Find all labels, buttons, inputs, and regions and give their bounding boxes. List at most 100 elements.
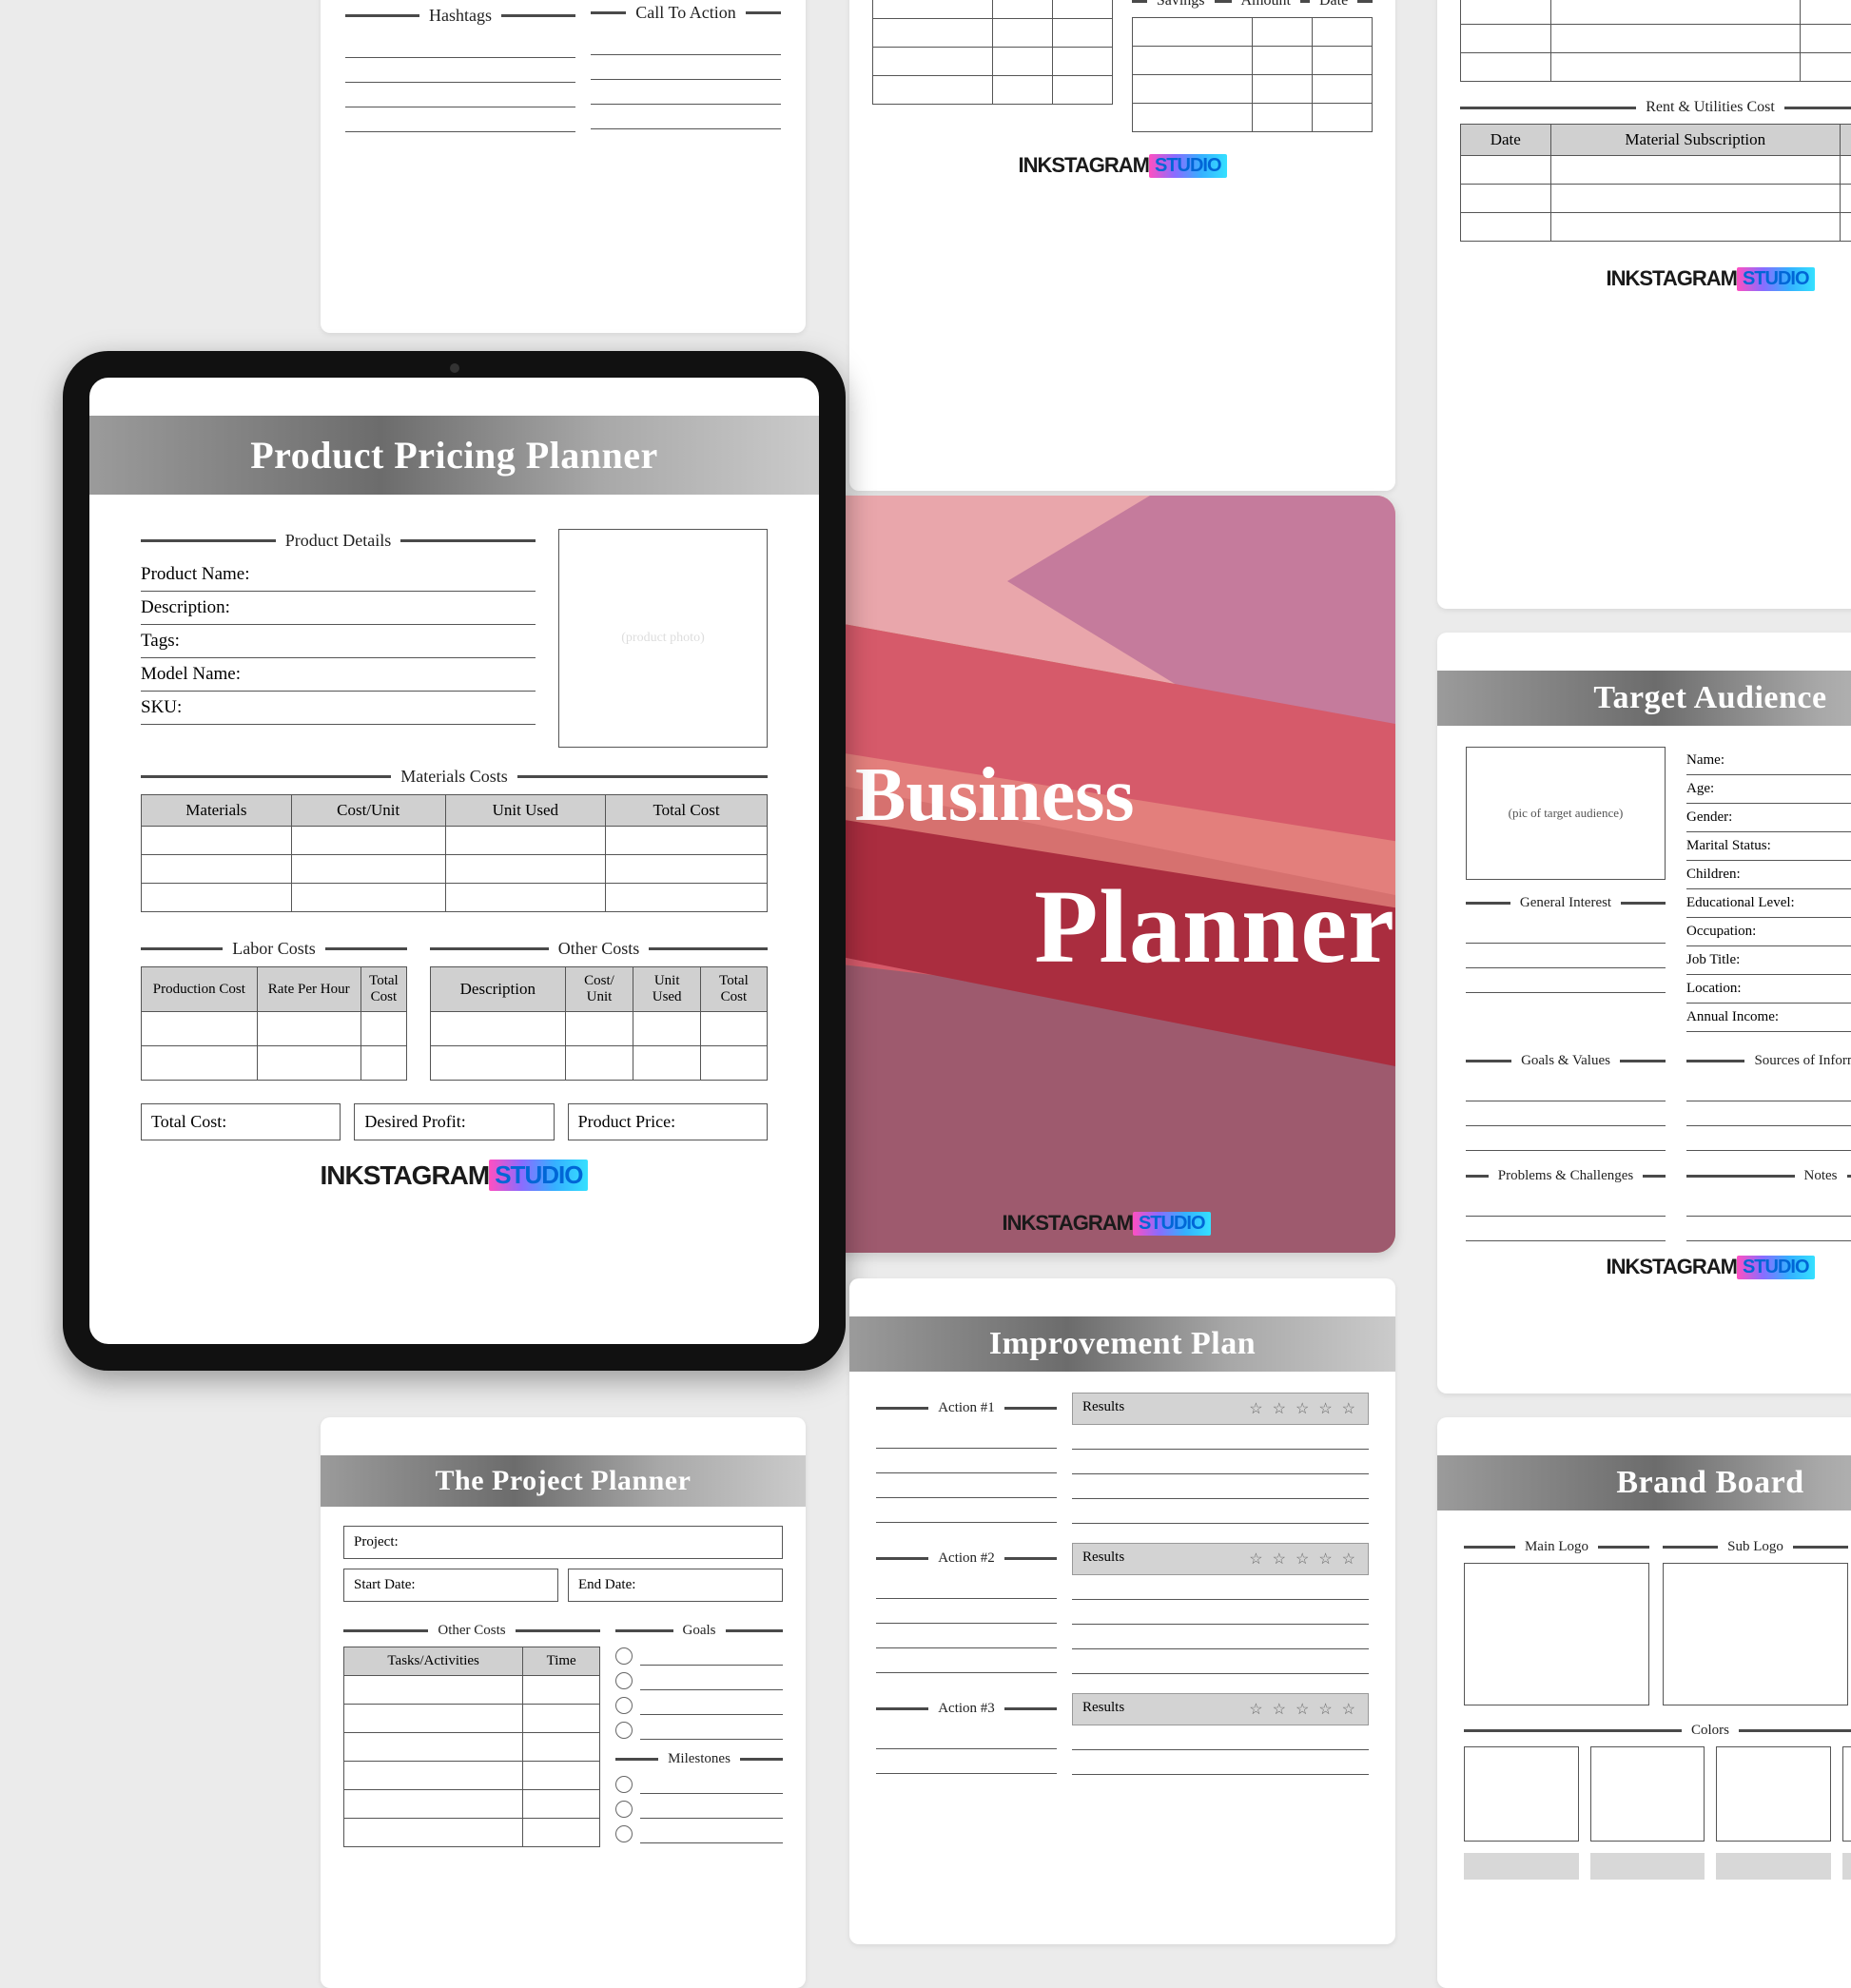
- model-field[interactable]: Model Name:: [141, 658, 536, 692]
- tags-field[interactable]: Tags:: [141, 625, 536, 658]
- project-field[interactable]: Project:: [343, 1526, 783, 1559]
- page-title: The Project Planner: [321, 1455, 806, 1507]
- cover-title-2: Planner: [1034, 867, 1395, 987]
- section-action-3: Action #3: [876, 1701, 1057, 1717]
- page-social-planner: Time: Post Caption Hashtags Schedule: Ye…: [321, 0, 806, 333]
- marital-field[interactable]: Marital Status:: [1686, 832, 1851, 861]
- total-cost-box[interactable]: Total Cost:: [141, 1103, 341, 1140]
- section-labor: Labor Costs: [141, 939, 407, 959]
- goal-checkbox[interactable]: [615, 1722, 633, 1739]
- sku-field[interactable]: SKU:: [141, 692, 536, 725]
- edu-field[interactable]: Educational Level:: [1686, 889, 1851, 918]
- section-general-interest: General Interest: [1466, 895, 1666, 911]
- section-hashtags: Hashtags: [345, 6, 575, 26]
- color-swatch[interactable]: [1590, 1746, 1705, 1842]
- color-swatch[interactable]: [1842, 1746, 1851, 1842]
- occupation-field[interactable]: Occupation:: [1686, 918, 1851, 946]
- section-details: Product Details: [141, 531, 536, 551]
- end-field[interactable]: End Date:: [568, 1569, 783, 1602]
- table-labor: Production CostRate Per HourTotalCost: [141, 966, 407, 1081]
- page-title: Improvement Plan: [849, 1316, 1395, 1372]
- product-name-field[interactable]: Product Name:: [141, 558, 536, 592]
- goal-checkbox[interactable]: [615, 1672, 633, 1689]
- section-sub-logo: Sub Logo: [1663, 1539, 1848, 1555]
- logo: INKSTAGRAMSTUDIO: [1460, 266, 1851, 291]
- desired-profit-box[interactable]: Desired Profit:: [354, 1103, 554, 1140]
- jobtitle-field[interactable]: Job Title:: [1686, 946, 1851, 975]
- children-field[interactable]: Children:: [1686, 861, 1851, 889]
- page-improvement: Improvement Plan Action #1 Results☆ ☆ ☆ …: [849, 1278, 1395, 1944]
- gender-field[interactable]: Gender:: [1686, 804, 1851, 832]
- milestone-checkbox[interactable]: [615, 1776, 633, 1793]
- section-main-logo: Main Logo: [1464, 1539, 1649, 1555]
- age-field[interactable]: Age:: [1686, 775, 1851, 804]
- page-brand-board: Brand Board Main Logo Sub Logo Icon Colo…: [1437, 1417, 1851, 1988]
- section-other: Other Costs: [430, 939, 768, 959]
- description-field[interactable]: Description:: [141, 592, 536, 625]
- product-photo-box[interactable]: (product photo): [558, 529, 768, 748]
- star-icon[interactable]: ☆ ☆ ☆ ☆ ☆: [1249, 1700, 1358, 1719]
- color-bar: [1464, 1853, 1579, 1880]
- section-action-1: Action #1: [876, 1400, 1057, 1416]
- start-field[interactable]: Start Date:: [343, 1569, 558, 1602]
- cover-title-1: Business: [855, 752, 1134, 839]
- camera-icon: [450, 363, 459, 373]
- results-bar-1: Results☆ ☆ ☆ ☆ ☆: [1072, 1393, 1369, 1425]
- page-finance: Bills Amount Date Debts Amount Date Savi…: [849, 0, 1395, 491]
- section-action-2: Action #2: [876, 1550, 1057, 1567]
- page-title: Brand Board: [1437, 1455, 1851, 1510]
- section-sources: Sources of Information: [1686, 1053, 1851, 1069]
- page-cover: Business Planner INKSTAGRAMSTUDIO: [817, 496, 1395, 1253]
- logo: INKSTAGRAMSTUDIO: [872, 153, 1373, 178]
- logo: INKSTAGRAMSTUDIO: [817, 1211, 1395, 1236]
- page-title: Product Pricing Planner: [89, 416, 819, 495]
- milestone-checkbox[interactable]: [615, 1801, 633, 1818]
- color-swatch[interactable]: [1464, 1746, 1579, 1842]
- section-goals: Goals & Values: [1466, 1053, 1666, 1069]
- star-icon[interactable]: ☆ ☆ ☆ ☆ ☆: [1249, 1399, 1358, 1418]
- table-materials: MaterialsCost/UnitUnit UsedTotal Cost: [141, 794, 768, 912]
- section-milestones: Milestones: [615, 1751, 783, 1767]
- table-bills: [872, 0, 1113, 105]
- table-other: DescriptionCost/UnitUnitUsedTotalCost: [430, 966, 768, 1081]
- table-subscription: DateDescription# of MonthsP: [1460, 0, 1851, 82]
- page-target-audience: Target Audience (pic of target audience)…: [1437, 633, 1851, 1394]
- section-cta: Call To Action: [591, 3, 781, 23]
- section-problems: Problems & Challenges: [1466, 1168, 1666, 1184]
- audience-fields: Name: Age: Gender: Marital Status: Child…: [1686, 747, 1851, 1032]
- page-project-planner: The Project Planner Project: Start Date:…: [321, 1417, 806, 1988]
- audience-photo-box[interactable]: (pic of target audience): [1466, 747, 1666, 880]
- table-rent: DateMaterial SubscriptionQtyP: [1460, 124, 1851, 242]
- results-bar-3: Results☆ ☆ ☆ ☆ ☆: [1072, 1693, 1369, 1725]
- section-notes: Notes: [1686, 1168, 1851, 1184]
- color-bar: [1842, 1853, 1851, 1880]
- color-bar: [1716, 1853, 1831, 1880]
- color-swatch[interactable]: [1716, 1746, 1831, 1842]
- milestone-checkbox[interactable]: [615, 1825, 633, 1842]
- section-other-costs: Other Costs: [343, 1623, 600, 1639]
- location-field[interactable]: Location:: [1686, 975, 1851, 1004]
- table-savings: [1132, 17, 1373, 132]
- star-icon[interactable]: ☆ ☆ ☆ ☆ ☆: [1249, 1549, 1358, 1569]
- logo: INKSTAGRAMSTUDIO: [1466, 1255, 1851, 1279]
- sub-logo-box[interactable]: [1663, 1563, 1848, 1705]
- goal-checkbox[interactable]: [615, 1697, 633, 1714]
- section-savings: Savings Amount Date: [1132, 0, 1373, 10]
- section-goals: Goals: [615, 1623, 783, 1639]
- page-costs: Material Cost DateMaterial SubscriptionQ…: [1437, 0, 1851, 609]
- section-materials: Materials Costs: [141, 767, 768, 787]
- section-colors: Colors: [1464, 1723, 1851, 1739]
- income-field[interactable]: Annual Income:: [1686, 1004, 1851, 1032]
- main-logo-box[interactable]: [1464, 1563, 1649, 1705]
- page-product-pricing: Product Pricing Planner Product Details …: [89, 378, 819, 1200]
- page-title: Target Audience: [1437, 671, 1851, 726]
- section-rent: Rent & Utilities Cost: [1460, 99, 1851, 116]
- product-price-box[interactable]: Product Price:: [568, 1103, 768, 1140]
- name-field[interactable]: Name:: [1686, 747, 1851, 775]
- goal-checkbox[interactable]: [615, 1647, 633, 1665]
- results-bar-2: Results☆ ☆ ☆ ☆ ☆: [1072, 1543, 1369, 1575]
- table-tasks: Tasks/ActivitiesTime: [343, 1647, 600, 1847]
- color-bar: [1590, 1853, 1705, 1880]
- logo: INKSTAGRAMSTUDIO: [141, 1160, 768, 1191]
- ipad-frame: Product Pricing Planner Product Details …: [63, 351, 846, 1371]
